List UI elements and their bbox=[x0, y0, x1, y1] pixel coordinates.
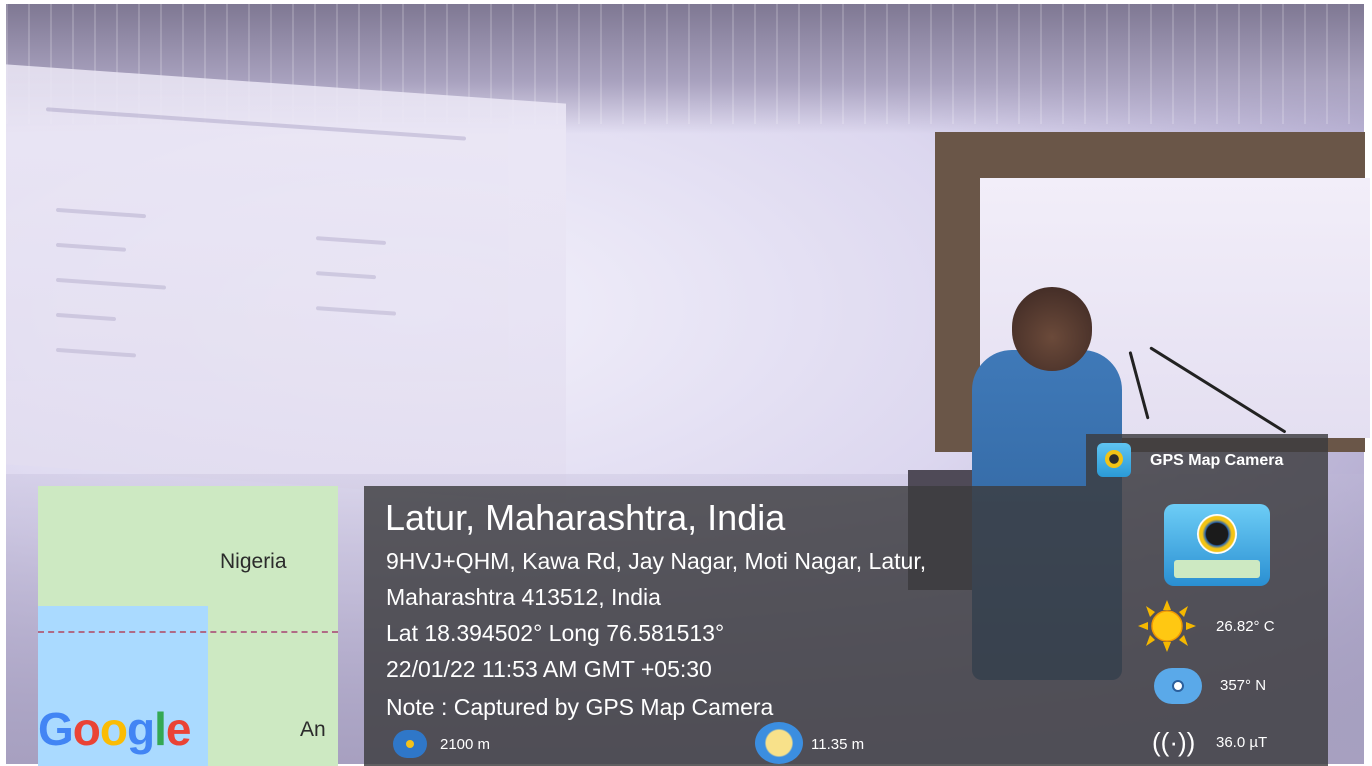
slide-text bbox=[56, 207, 146, 219]
slide-text bbox=[316, 306, 396, 316]
magnetic-field-value: 36.0 µT bbox=[1216, 734, 1268, 751]
speaker-head bbox=[1012, 287, 1092, 371]
gps-map-camera-app-icon bbox=[1164, 504, 1270, 586]
equator-line bbox=[38, 631, 338, 633]
altitude-icon bbox=[755, 722, 803, 764]
slide-menu-bar bbox=[46, 107, 466, 141]
slide-text bbox=[56, 277, 166, 290]
projected-slide bbox=[6, 64, 566, 504]
gps-map-camera-icon bbox=[1097, 443, 1131, 477]
slide-text bbox=[56, 312, 116, 322]
slide-text bbox=[316, 271, 376, 280]
slide-text bbox=[56, 242, 126, 252]
temperature-value: 26.82° C bbox=[1216, 618, 1275, 635]
sun-icon bbox=[1138, 600, 1196, 652]
map-label-country: Nigeria bbox=[218, 550, 289, 574]
accuracy-value: 2100 m bbox=[440, 736, 491, 753]
google-logo: Google bbox=[38, 703, 191, 755]
compass-icon bbox=[1154, 668, 1202, 704]
location-title: Latur, Maharashtra, India bbox=[385, 497, 786, 538]
altitude-value: 11.35 m bbox=[811, 736, 865, 753]
map-label-partial: An bbox=[300, 718, 326, 741]
heading-value: 357° N bbox=[1220, 677, 1267, 694]
coordinates: Lat 18.394502° Long 76.581513° bbox=[386, 620, 725, 646]
address-line-1: 9HVJ+QHM, Kawa Rd, Jay Nagar, Moti Nagar… bbox=[386, 548, 927, 574]
note: Note : Captured by GPS Map Camera bbox=[386, 694, 774, 720]
slide-text bbox=[56, 347, 136, 358]
brand-label: GPS Map Camera bbox=[1150, 452, 1284, 469]
map-thumbnail: Nigeria An Google bbox=[38, 486, 338, 766]
datetime: 22/01/22 11:53 AM GMT +05:30 bbox=[386, 656, 712, 682]
address-line-2: Maharashtra 413512, India bbox=[386, 584, 661, 610]
slide-text bbox=[316, 236, 386, 245]
accuracy-icon bbox=[393, 730, 427, 758]
magnet-icon: ((·)) bbox=[1152, 727, 1196, 757]
